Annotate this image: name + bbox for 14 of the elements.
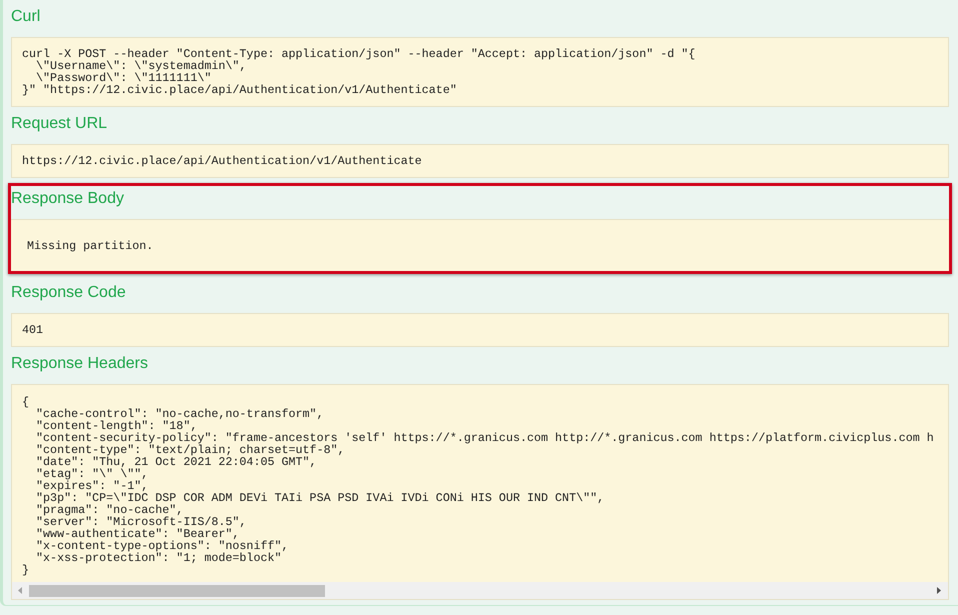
scroll-left-icon[interactable]	[18, 587, 22, 594]
section-heading: Request URL	[11, 114, 108, 134]
code-text: 401	[22, 324, 44, 336]
code-text: https://12.civic.place/api/Authentication/v1/Authenticate	[22, 155, 423, 167]
section-heading: Curl	[11, 7, 42, 27]
horizontal-scrollbar[interactable]	[12, 582, 948, 599]
response-text: Missing partition.	[27, 240, 154, 252]
section-heading: Response Headers	[11, 354, 149, 374]
scroll-right-icon[interactable]	[937, 587, 941, 594]
code-text: curl -X POST --header "Content-Type: application/json" --header "Accept: application/json" -d "{ \"Username\": \"systemadmin\", \"Password\": \"1111111\" }" "https://12.civic.place/api/Authentication/v1/Authenticate"	[22, 48, 696, 96]
section-heading: Response Code	[11, 283, 127, 303]
section-heading: Response Body	[11, 189, 125, 209]
code-text: { "cache-control": "no-cache,no-transform", "content-length": "18", "content-security-policy": "frame-ancestors 'self' https://*.granicus.com http://*.granicus.com https://platform.civicplus.com h "content-type": "text/plain; charset=utf-8", "date": "Thu, 21 Oct 2021 22:04:05 GMT", "etag": "\" \"", "expires": "-1", "p3p": "CP=\"IDC DSP COR ADM DEVi TAIi PSA PSD IVAi IVDi CONi HIS OUR IND CNT\"", "pragma": "no-cache", "server": "Microsoft-IIS/8.5", "www-authenticate": "Bearer", "x-content-type-options": "nosniff", "x-xss-protection": "1; mode=block" }	[21, 394, 935, 579]
scrollbar-thumb[interactable]	[29, 584, 325, 596]
